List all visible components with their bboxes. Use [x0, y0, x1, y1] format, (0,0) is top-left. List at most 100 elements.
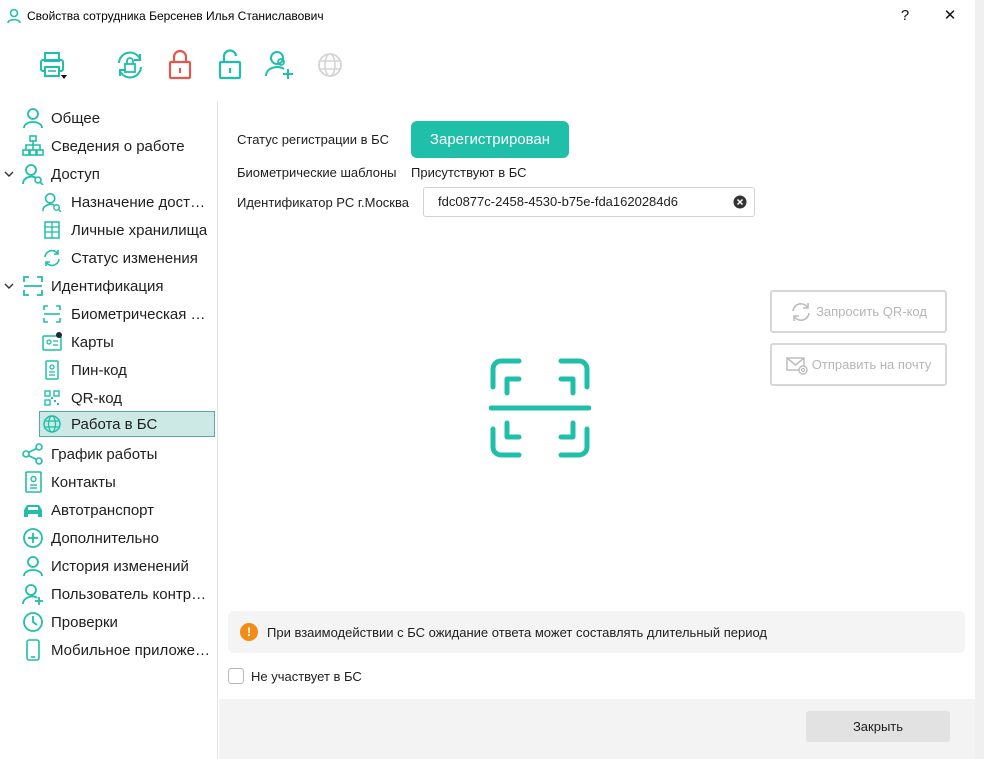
not-participating-checkbox[interactable]	[228, 668, 244, 684]
sidebar-item-label: Карты	[71, 333, 114, 351]
sidebar-item-work-schedule[interactable]: График работы	[22, 441, 212, 467]
sidebar-item-contacts[interactable]: Контакты	[22, 469, 212, 495]
share-icon	[22, 443, 43, 465]
sidebar-item-label: Назначение доступа	[71, 193, 212, 211]
globe-button[interactable]	[313, 48, 347, 82]
org-chart-icon	[22, 135, 44, 156]
send-mail-button[interactable]: Отправить на почту	[770, 343, 947, 386]
add-user-button[interactable]	[263, 48, 297, 82]
scan-icon	[23, 276, 43, 296]
info-notice: ! При взаимодействии с БС ожидание ответ…	[228, 611, 965, 653]
user-plus-icon	[22, 584, 43, 605]
toolbar	[0, 32, 975, 101]
registration-status-badge: Зарегистрирован	[411, 121, 569, 158]
registration-status-label: Статус регистрации в БС	[237, 132, 389, 147]
sidebar-item-label: Статус изменения	[71, 249, 198, 267]
lock-button[interactable]	[163, 48, 197, 82]
sidebar-item-vehicles[interactable]: Автотранспорт	[22, 497, 212, 523]
phone-icon	[26, 639, 40, 661]
sidebar-item-label: График работы	[51, 445, 158, 463]
chevron-down-icon[interactable]	[3, 168, 15, 180]
sidebar-item-change-status[interactable]: Статус изменения	[42, 245, 212, 271]
sidebar-item-label: Работа в БС	[71, 415, 158, 433]
sync-lock-button[interactable]	[113, 48, 147, 82]
send-mail-label: Отправить на почту	[811, 357, 932, 372]
not-participating-label: Не участвует в БС	[251, 668, 362, 684]
chevron-down-icon[interactable]	[3, 280, 15, 292]
sidebar-item-personal-storage[interactable]: Личные хранилища	[42, 217, 212, 243]
user-access-icon	[22, 164, 44, 185]
request-qr-button[interactable]: Запросить QR-код	[770, 290, 947, 333]
sidebar-item-checks[interactable]: Проверки	[22, 609, 212, 635]
sidebar-item-general[interactable]: Общее	[22, 105, 212, 131]
user-icon	[23, 108, 43, 129]
biometric-templates-value: Присутствуют в БС	[411, 165, 527, 180]
plus-circle-icon	[23, 528, 43, 548]
sidebar-item-pin-code[interactable]: Пин-код	[42, 357, 212, 383]
title-bar: Свойства сотрудника Берсенев Илья Станис…	[0, 0, 975, 32]
user-add-icon	[265, 51, 293, 79]
sidebar-item-label: Дополнительно	[51, 529, 159, 547]
background-strip	[975, 0, 984, 759]
contacts-icon	[25, 471, 42, 493]
request-qr-label: Запросить QR-код	[816, 304, 927, 319]
clock-icon	[23, 612, 43, 632]
sidebar-item-label: Проверки	[51, 613, 118, 631]
biometric-templates-label: Биометрические шаблоны	[237, 165, 397, 180]
refresh-icon	[44, 249, 60, 267]
sidebar-item-label: Пин-код	[71, 361, 127, 379]
sync-lock-icon	[118, 51, 142, 79]
card-icon	[42, 332, 62, 351]
not-participating-checkbox-row[interactable]: Не участвует в БС	[228, 668, 362, 684]
sidebar-item-label: Пользователь контроллера	[51, 585, 212, 603]
sidebar-item-label: Сведения о работе	[51, 137, 185, 155]
sidebar-item-access[interactable]: Доступ	[22, 161, 212, 187]
identifier-field[interactable]: fdc0877c-2458-4530-b75e-fda1620284d6	[423, 187, 755, 217]
employee-properties-window: Свойства сотрудника Берсенев Илья Станис…	[0, 0, 975, 759]
sidebar-item-controller-user[interactable]: Пользователь контроллера	[22, 581, 212, 607]
globe-icon	[43, 415, 61, 433]
close-button[interactable]: Закрыть	[806, 711, 950, 742]
qr-scan-icon	[489, 358, 591, 458]
clear-icon[interactable]	[733, 195, 747, 209]
unlock-icon	[218, 49, 242, 80]
refresh-icon	[792, 302, 810, 321]
qr-icon	[44, 390, 60, 406]
user-access-icon	[42, 193, 62, 212]
sidebar-item-bs-work[interactable]: Работа в БС	[39, 411, 215, 437]
sidebar-item-label: Биометрическая идентификация	[71, 305, 212, 323]
mail-icon	[786, 356, 808, 375]
sidebar-item-identification[interactable]: Идентификация	[22, 273, 212, 299]
sidebar-item-label: Доступ	[51, 165, 100, 183]
printer-icon	[40, 52, 67, 79]
sidebar-item-label: Мобильное приложение	[51, 641, 212, 659]
print-button[interactable]	[36, 48, 70, 82]
window-title: Свойства сотрудника Берсенев Илья Станис…	[27, 9, 324, 23]
sidebar-item-label: Общее	[51, 109, 101, 127]
sidebar-item-change-history[interactable]: История изменений	[22, 553, 212, 579]
help-button[interactable]: ?	[890, 4, 920, 28]
window-close-button[interactable]: ✕	[935, 4, 965, 28]
sidebar-item-work-info[interactable]: Сведения о работе	[22, 133, 212, 159]
sidebar-item-label: Автотранспорт	[51, 501, 155, 519]
sidebar-item-label: QR-код	[71, 389, 122, 407]
sidebar-item-label: Контакты	[51, 473, 116, 491]
sidebar-item-label: Личные хранилища	[71, 221, 208, 239]
sidebar-item-biometric[interactable]: Биометрическая идентификация	[42, 301, 212, 327]
warning-icon: !	[240, 623, 258, 641]
globe-icon	[318, 53, 342, 77]
sidebar-item-mobile-app[interactable]: Мобильное приложение	[22, 637, 212, 663]
sidebar-item-additional[interactable]: Дополнительно	[22, 525, 212, 551]
identifier-label: Идентификатор РС г.Москва	[237, 195, 409, 210]
car-icon	[24, 505, 42, 517]
sidebar-item-access-assignment[interactable]: Назначение доступа	[42, 189, 212, 215]
pin-icon	[45, 360, 59, 380]
user-icon	[7, 8, 21, 24]
notice-text: При взаимодействии с БС ожидание ответа …	[267, 624, 768, 640]
unlock-button[interactable]	[213, 48, 247, 82]
sidebar-item-label: Идентификация	[51, 277, 164, 295]
sidebar: Общее Сведения о работе Доступ Назначени…	[0, 101, 218, 759]
sidebar-item-cards[interactable]: Карты	[42, 329, 212, 355]
lock-icon	[168, 49, 192, 80]
sidebar-item-qr-code[interactable]: QR-код	[42, 385, 212, 411]
